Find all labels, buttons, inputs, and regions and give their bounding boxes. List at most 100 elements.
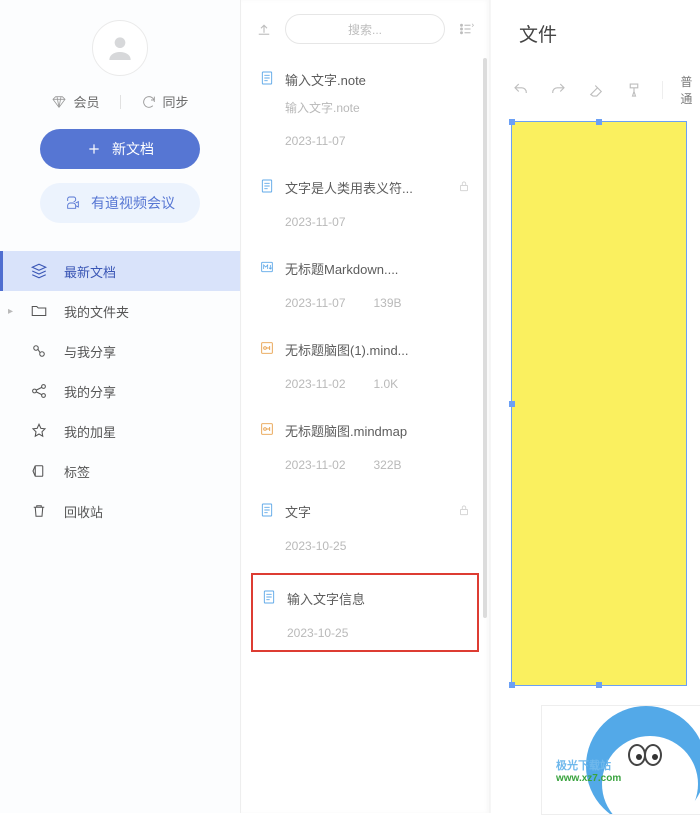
selected-shape[interactable] — [511, 121, 687, 686]
doc-text-icon — [261, 589, 277, 608]
preview-canvas[interactable]: 极光下载站 www.xz7.com — [511, 121, 700, 813]
chevron-right-icon[interactable]: ▸ — [8, 306, 13, 317]
plus-icon — [86, 141, 102, 157]
doc-text-icon — [259, 70, 275, 89]
note-date: 2023-10-25 — [287, 626, 348, 640]
note-date: 2023-11-07 — [285, 296, 346, 310]
sync-link[interactable]: 同步 — [141, 92, 189, 111]
doc-text-icon — [259, 178, 275, 197]
note-title: 输入文字信息 — [287, 589, 469, 608]
nav-label: 我的分享 — [64, 382, 116, 401]
note-item[interactable]: 输入文字.note 输入文字.note 2023-11-07 — [241, 54, 489, 162]
sync-icon — [141, 94, 157, 110]
note-size: 139B — [374, 296, 402, 310]
search-input[interactable]: 搜索... — [285, 14, 445, 44]
stack-icon — [30, 262, 48, 280]
member-label: 会员 — [73, 92, 99, 111]
nav-label: 最新文档 — [64, 262, 116, 281]
image-thumbnail[interactable]: 极光下载站 www.xz7.com — [541, 705, 700, 815]
avatar-wrap — [0, 10, 240, 92]
trash-icon — [30, 502, 48, 520]
cartoon-pupil — [636, 754, 642, 760]
doc-text-icon — [259, 502, 275, 521]
note-item[interactable]: 无标题脑图(1).mind... 2023-11-021.0K — [241, 324, 489, 405]
nav-starred[interactable]: 我的加星 — [0, 411, 240, 451]
nav-my-folders[interactable]: ▸ 我的文件夹 — [0, 291, 240, 331]
sync-label: 同步 — [163, 92, 189, 111]
nav-my-shares[interactable]: 我的分享 — [0, 371, 240, 411]
doc-mind-icon — [259, 421, 275, 440]
nav-shared-with-me[interactable]: 与我分享 — [0, 331, 240, 371]
new-doc-label: 新文档 — [112, 139, 154, 159]
note-date: 2023-11-07 — [285, 134, 346, 148]
nav-list: 最新文档 ▸ 我的文件夹 与我分享 我的分享 我的加星 标签 回收站 — [0, 251, 240, 531]
folder-icon — [30, 302, 48, 320]
note-title: 文字 — [285, 502, 447, 521]
star-icon — [30, 422, 48, 440]
note-date: 2023-10-25 — [285, 539, 346, 553]
note-item[interactable]: 无标题脑图.mindmap 2023-11-02 322B — [241, 405, 489, 486]
divider — [120, 95, 121, 109]
note-item[interactable]: 无标题Markdown.... 2023-11-07 139B — [241, 243, 489, 324]
undo-icon[interactable] — [511, 78, 531, 102]
search-placeholder: 搜索... — [348, 21, 382, 38]
mode-label[interactable]: 普通 — [680, 73, 700, 107]
note-list-header: 搜索... — [241, 0, 489, 54]
preview-pane: 文件 普通 极光下载站 www.xz7.com — [490, 0, 700, 813]
toolbar-separator — [662, 81, 663, 99]
resize-handle-w[interactable] — [509, 401, 515, 407]
format-paint-icon[interactable] — [624, 78, 644, 102]
lock-icon — [457, 503, 471, 520]
nav-label: 我的文件夹 — [64, 302, 129, 321]
scrollbar[interactable] — [483, 58, 487, 618]
sidebar: 会员 同步 新文档 有道视频会议 最新文档 ▸ 我的文件夹 — [0, 0, 240, 813]
video-meeting-label: 有道视频会议 — [91, 193, 175, 213]
sort-icon[interactable] — [457, 20, 475, 38]
note-title: 输入文字.note — [285, 70, 471, 89]
note-title: 无标题Markdown.... — [285, 259, 471, 278]
note-list: 输入文字.note 输入文字.note 2023-11-07 文字是人类用表义符… — [241, 54, 489, 813]
note-date: 2023-11-07 — [285, 215, 346, 229]
note-date: 2023-11-02 — [285, 458, 346, 472]
note-item[interactable]: 文字 2023-10-25 — [241, 486, 489, 567]
lock-icon — [457, 179, 471, 196]
share-in-icon — [30, 342, 48, 360]
nav-label: 与我分享 — [64, 342, 116, 361]
new-doc-button[interactable]: 新文档 — [40, 129, 200, 169]
note-item[interactable]: 文字是人类用表义符... 2023-11-07 — [241, 162, 489, 243]
resize-handle-sw[interactable] — [509, 682, 515, 688]
note-size: 322B — [374, 458, 402, 472]
note-item[interactable]: 输入文字信息 2023-10-25 — [253, 575, 477, 650]
watermark-line2: www.xz7.com — [556, 773, 621, 784]
watermark: 极光下载站 www.xz7.com — [556, 757, 621, 784]
note-size: 1.0K — [374, 377, 399, 391]
note-subtitle: 输入文字.note — [285, 99, 471, 116]
cartoon-pupil — [652, 754, 658, 760]
note-date: 2023-11-02 — [285, 377, 346, 391]
member-sync-row: 会员 同步 — [0, 92, 240, 129]
nav-tags[interactable]: 标签 — [0, 451, 240, 491]
member-link[interactable]: 会员 — [51, 92, 99, 111]
resize-handle-nw[interactable] — [509, 119, 515, 125]
upload-icon[interactable] — [255, 20, 273, 38]
video-icon — [65, 195, 81, 211]
doc-mind-icon — [259, 340, 275, 359]
note-list-column: 搜索... 输入文字.note 输入文字.note 2023-11-07 文字是… — [240, 0, 490, 813]
tag-icon — [30, 462, 48, 480]
resize-handle-s[interactable] — [596, 682, 602, 688]
nav-label: 标签 — [64, 462, 90, 481]
nav-trash[interactable]: 回收站 — [0, 491, 240, 531]
resize-handle-n[interactable] — [596, 119, 602, 125]
diamond-icon — [51, 94, 67, 110]
eraser-icon[interactable] — [586, 78, 606, 102]
nav-label: 回收站 — [64, 502, 103, 521]
nav-label: 我的加星 — [64, 422, 116, 441]
preview-toolbar: 普通 — [491, 69, 700, 111]
highlighted-note-box: 输入文字信息 2023-10-25 — [251, 573, 479, 652]
nav-recent-docs[interactable]: 最新文档 — [0, 251, 240, 291]
avatar[interactable] — [92, 20, 148, 76]
note-title: 无标题脑图.mindmap — [285, 421, 471, 440]
redo-icon[interactable] — [549, 78, 569, 102]
video-meeting-button[interactable]: 有道视频会议 — [40, 183, 200, 223]
doc-md-icon — [259, 259, 275, 278]
